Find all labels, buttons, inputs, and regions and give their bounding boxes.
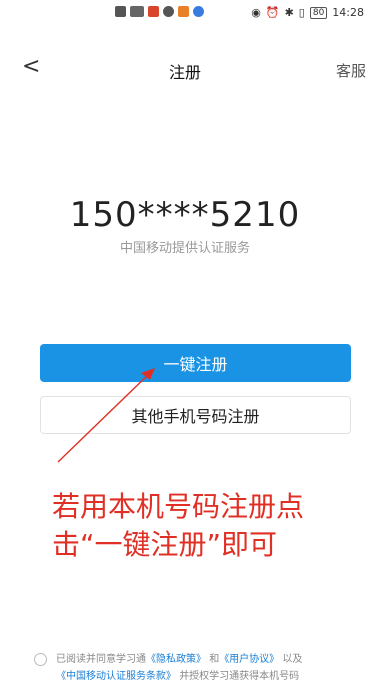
nav-header: < 注册 客服 bbox=[0, 52, 370, 92]
annotation-line-2: 击“一键注册”即可 bbox=[52, 528, 278, 561]
agreement-suffix: 并授权学习通获得本机号码 bbox=[179, 671, 300, 682]
app-notification-icon bbox=[148, 6, 159, 17]
agreement-block: 已阅读并同意学习通《隐私政策》 和《用户协议》 以及 《中国移动认证服务条款》 … bbox=[34, 651, 366, 685]
vibrate-icon: ▯ bbox=[298, 6, 305, 19]
other-number-register-button[interactable]: 其他手机号码注册 bbox=[40, 396, 351, 434]
status-right-icons: ◉ ⏰ ✱ ▯ 80 14:28 bbox=[251, 6, 364, 19]
status-left-icons bbox=[115, 6, 204, 17]
agreement-and: 和 bbox=[209, 654, 220, 665]
provider-note: 中国移动提供认证服务 bbox=[119, 241, 250, 256]
browser-icon bbox=[193, 6, 204, 17]
customer-service-link[interactable]: 客服 bbox=[336, 60, 366, 81]
bell-icon bbox=[163, 6, 174, 17]
media-icon bbox=[178, 6, 189, 17]
battery-icon: 80 bbox=[309, 6, 328, 19]
signal-icon bbox=[130, 6, 144, 17]
agreement-line-2: 《中国移动认证服务条款》 并授权学习通获得本机号码 bbox=[36, 668, 366, 685]
agreement-prefix: 已阅读并同意学习通 bbox=[56, 654, 146, 665]
bluetooth-icon: ✱ bbox=[284, 6, 294, 19]
annotation-text: 若用本机号码注册点 击“一键注册”即可 bbox=[52, 488, 370, 564]
alarm-icon: ⏰ bbox=[265, 6, 280, 19]
agreement-line-1: 已阅读并同意学习通《隐私政策》 和《用户协议》 以及 bbox=[36, 651, 366, 668]
agreement-also: 以及 bbox=[282, 654, 303, 665]
clock-time: 14:28 bbox=[332, 6, 364, 19]
user-agreement-link[interactable]: 《用户协议》 bbox=[219, 654, 279, 665]
page-title: 注册 bbox=[168, 63, 201, 82]
annotation-line-1: 若用本机号码注册点 bbox=[52, 490, 305, 523]
masked-phone-number: 150****5210 bbox=[69, 195, 301, 235]
status-bar: ◉ ⏰ ✱ ▯ 80 14:28 bbox=[0, 0, 370, 26]
notification-icon bbox=[115, 6, 126, 17]
agree-checkbox[interactable] bbox=[34, 653, 47, 666]
privacy-policy-link[interactable]: 《隐私政策》 bbox=[146, 654, 206, 665]
cmcc-terms-link[interactable]: 《中国移动认证服务条款》 bbox=[56, 671, 176, 682]
eye-icon: ◉ bbox=[251, 6, 261, 19]
one-click-register-button[interactable]: 一键注册 bbox=[40, 344, 351, 382]
